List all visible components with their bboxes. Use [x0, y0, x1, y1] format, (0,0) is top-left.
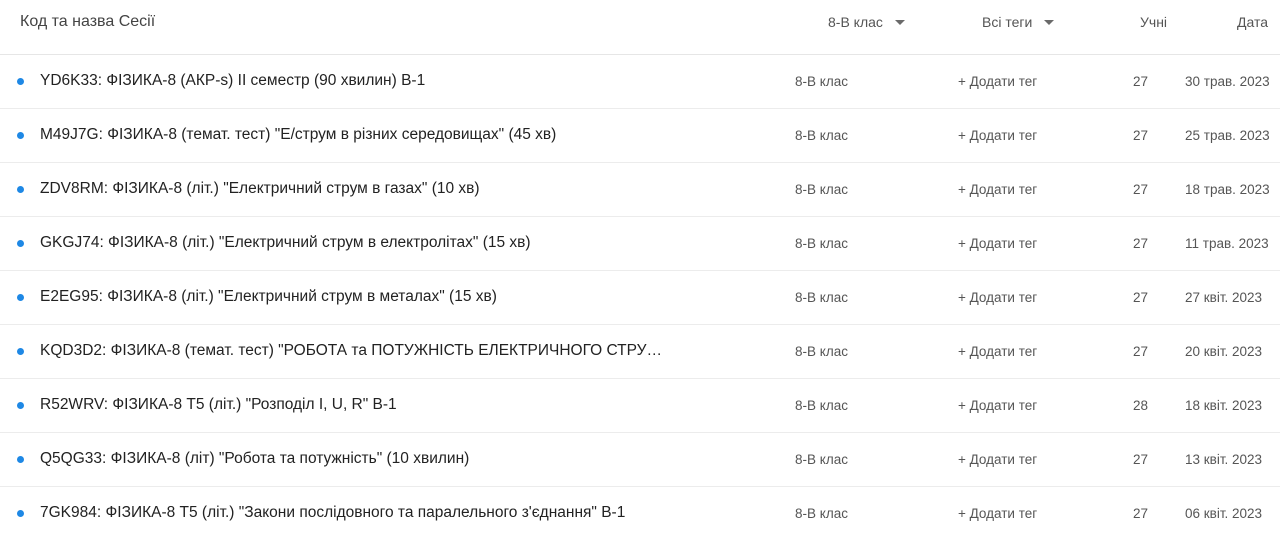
table-header: Код та назва Сесії 8-В клас Всі теги Учн… [0, 0, 1280, 55]
add-tag-button[interactable]: + Додати тег [958, 128, 1037, 143]
table-row[interactable]: KQD3D2: ФІЗИКА-8 (темат. тест) "РОБОТА т… [0, 325, 1280, 379]
session-class: 8-В клас [795, 506, 848, 521]
column-header-session-name: Код та назва Сесії [20, 13, 156, 30]
session-class: 8-В клас [795, 290, 848, 305]
sessions-table: Код та назва Сесії 8-В клас Всі теги Учн… [0, 0, 1280, 538]
caret-down-icon [894, 19, 905, 25]
session-students: 27 [1133, 452, 1149, 467]
session-name[interactable]: R52WRV: ФІЗИКА-8 Т5 (літ.) "Розподіл I, … [40, 396, 670, 414]
session-date: 25 трав. 2023 [1185, 128, 1270, 143]
session-date: 11 трав. 2023 [1185, 236, 1269, 251]
add-tag-button[interactable]: + Додати тег [958, 344, 1037, 359]
tags-filter-label: Всі теги [982, 14, 1033, 30]
session-name[interactable]: KQD3D2: ФІЗИКА-8 (темат. тест) "РОБОТА т… [40, 342, 670, 360]
class-filter-dropdown[interactable]: 8-В клас [828, 14, 905, 30]
table-row[interactable]: R52WRV: ФІЗИКА-8 Т5 (літ.) "Розподіл I, … [0, 379, 1280, 433]
status-dot-icon [17, 510, 24, 517]
session-students: 27 [1133, 506, 1149, 521]
status-dot-icon [17, 456, 24, 463]
session-date: 27 квіт. 2023 [1185, 290, 1263, 305]
add-tag-button[interactable]: + Додати тег [958, 290, 1037, 305]
status-dot-icon [17, 402, 24, 409]
table-row[interactable]: M49J7G: ФІЗИКА-8 (темат. тест) "Е/струм … [0, 109, 1280, 163]
session-date: 18 квіт. 2023 [1185, 398, 1263, 413]
session-class: 8-В клас [795, 236, 848, 251]
table-row[interactable]: YD6K33: ФІЗИКА-8 (АКР-s) ІІ семестр (90 … [0, 55, 1280, 109]
session-name[interactable]: 7GK984: ФІЗИКА-8 Т5 (літ.) "Закони послі… [40, 504, 670, 522]
table-row[interactable]: Q5QG33: ФІЗИКА-8 (літ) "Робота та потужн… [0, 433, 1280, 487]
column-header-date: Дата [1236, 14, 1268, 30]
add-tag-button[interactable]: + Додати тег [958, 182, 1037, 197]
add-tag-button[interactable]: + Додати тег [958, 398, 1037, 413]
table-row[interactable]: E2EG95: ФІЗИКА-8 (літ.) "Електричний стр… [0, 271, 1280, 325]
session-students: 28 [1133, 398, 1149, 413]
session-class: 8-В клас [795, 452, 848, 467]
session-name[interactable]: GKGJ74: ФІЗИКА-8 (літ.) "Електричний стр… [40, 234, 670, 252]
status-dot-icon [17, 348, 24, 355]
session-name[interactable]: E2EG95: ФІЗИКА-8 (літ.) "Електричний стр… [40, 288, 670, 306]
session-students: 27 [1133, 182, 1149, 197]
add-tag-button[interactable]: + Додати тег [958, 236, 1037, 251]
tags-filter-dropdown[interactable]: Всі теги [982, 14, 1055, 30]
session-name[interactable]: ZDV8RM: ФІЗИКА-8 (літ.) "Електричний стр… [40, 180, 670, 198]
status-dot-icon [17, 132, 24, 139]
session-date: 06 квіт. 2023 [1185, 506, 1263, 521]
session-name[interactable]: Q5QG33: ФІЗИКА-8 (літ) "Робота та потужн… [40, 450, 670, 468]
session-date: 20 квіт. 2023 [1185, 344, 1263, 359]
table-row[interactable]: 7GK984: ФІЗИКА-8 Т5 (літ.) "Закони послі… [0, 487, 1280, 538]
status-dot-icon [17, 294, 24, 301]
table-row[interactable]: ZDV8RM: ФІЗИКА-8 (літ.) "Електричний стр… [0, 163, 1280, 217]
status-dot-icon [17, 78, 24, 85]
session-students: 27 [1133, 74, 1149, 89]
column-header-students: Учні [1140, 14, 1168, 30]
add-tag-button[interactable]: + Додати тег [958, 452, 1037, 467]
add-tag-button[interactable]: + Додати тег [958, 506, 1037, 521]
session-students: 27 [1133, 344, 1149, 359]
class-filter-label: 8-В клас [828, 14, 883, 30]
session-class: 8-В клас [795, 74, 848, 89]
session-date: 30 трав. 2023 [1185, 74, 1270, 89]
session-class: 8-В клас [795, 182, 848, 197]
session-name[interactable]: YD6K33: ФІЗИКА-8 (АКР-s) ІІ семестр (90 … [40, 72, 670, 90]
add-tag-button[interactable]: + Додати тег [958, 74, 1037, 89]
session-students: 27 [1133, 128, 1149, 143]
table-row[interactable]: GKGJ74: ФІЗИКА-8 (літ.) "Електричний стр… [0, 217, 1280, 271]
session-name[interactable]: M49J7G: ФІЗИКА-8 (темат. тест) "Е/струм … [40, 126, 670, 144]
session-class: 8-В клас [795, 344, 848, 359]
session-date: 18 трав. 2023 [1185, 182, 1270, 197]
session-students: 27 [1133, 290, 1149, 305]
status-dot-icon [17, 186, 24, 193]
session-date: 13 квіт. 2023 [1185, 452, 1263, 467]
session-students: 27 [1133, 236, 1149, 251]
session-class: 8-В клас [795, 398, 848, 413]
caret-down-icon [1044, 19, 1055, 25]
session-class: 8-В клас [795, 128, 848, 143]
status-dot-icon [17, 240, 24, 247]
